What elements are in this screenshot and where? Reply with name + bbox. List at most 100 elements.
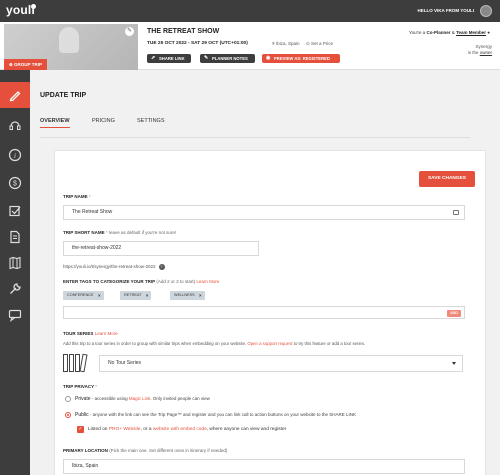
trip-dates: TUE 25 OCT 2022 - SAT 29 OCT (UTC+01:00) bbox=[147, 41, 248, 46]
trip-name-label-text: TRIP NAME bbox=[63, 194, 88, 199]
short-name-hint: leave as default if you're not sure! bbox=[108, 230, 177, 235]
planner-notes-button[interactable]: ✎ PLANNER NOTES bbox=[200, 54, 255, 63]
avatar[interactable] bbox=[480, 5, 492, 17]
sidebar-item-support[interactable] bbox=[0, 112, 30, 138]
book-icon bbox=[79, 353, 88, 373]
listed-text-2: , or a bbox=[140, 427, 152, 432]
map-icon bbox=[9, 256, 21, 270]
role-amp: & bbox=[451, 30, 455, 35]
tour-series-label: TOUR SERIES Learn More bbox=[63, 331, 118, 336]
tag-chip: CONFERENCE × bbox=[63, 291, 104, 300]
trip-header: ✎ ⊕ GROUP TRIP THE RETREAT SHOW TUE 25 O… bbox=[0, 22, 500, 70]
listed-text: Listed on PRO+ Website, or a website wit… bbox=[88, 427, 286, 432]
share-link-button[interactable]: ⇗ SHARE LINK bbox=[147, 54, 191, 63]
edit-cover-icon[interactable]: ✎ bbox=[125, 27, 134, 36]
remove-tag-icon[interactable]: × bbox=[199, 291, 202, 300]
tag-label: CONFERENCE bbox=[67, 293, 94, 297]
help-icon[interactable]: ? bbox=[158, 264, 165, 270]
svg-text:$: $ bbox=[13, 181, 17, 188]
listed-checkbox[interactable]: ✓ bbox=[77, 426, 84, 433]
location-hint: (Pick the main one. Set different ones i… bbox=[109, 448, 228, 453]
location-input[interactable]: Ibiza, Spain bbox=[63, 459, 465, 474]
tags-hint: (Add 2 or 3 to start) bbox=[156, 279, 196, 284]
required-mark: * bbox=[88, 194, 91, 199]
preview-button[interactable]: ◉ PREVIEW AS: REGISTERED bbox=[262, 54, 340, 63]
tab-overview[interactable]: OVERVIEW bbox=[40, 118, 70, 128]
tour-series-learn-more-link[interactable]: Learn More bbox=[95, 331, 118, 336]
public-desc: - anyone with the link can see the Trip … bbox=[89, 412, 357, 417]
tour-series-select[interactable]: No Tour Series bbox=[99, 355, 463, 372]
tag-list: CONFERENCE × RETREAT × WELLNESS × bbox=[63, 291, 465, 302]
wrench-icon bbox=[10, 283, 21, 294]
role-team-member-link[interactable]: Team Member bbox=[456, 30, 486, 35]
sidebar-item-info[interactable]: i bbox=[0, 142, 30, 168]
books-icon bbox=[63, 352, 93, 373]
save-changes-button[interactable]: SAVE CHANGES bbox=[419, 171, 475, 187]
tour-series-help-2: to try this feature or add a tour series… bbox=[293, 341, 366, 346]
privacy-label-text: TRIP PRIVACY bbox=[63, 384, 95, 389]
tag-input[interactable]: ADD bbox=[63, 306, 465, 319]
share-icon: ⇗ bbox=[151, 55, 156, 61]
checkbox-icon bbox=[9, 205, 21, 217]
privacy-public-radio[interactable] bbox=[65, 412, 71, 418]
tag-chip: WELLNESS × bbox=[170, 291, 205, 300]
trip-name-input[interactable]: The Retreat Show bbox=[63, 205, 465, 220]
owner-link[interactable]: owner bbox=[480, 50, 492, 55]
sidebar-item-checklist[interactable] bbox=[0, 198, 30, 224]
tab-pricing[interactable]: PRICING bbox=[92, 118, 115, 124]
sidebar-item-messages[interactable] bbox=[0, 302, 30, 328]
top-bar: youli HELLO VIKA FROM YOULI bbox=[0, 0, 500, 22]
group-trip-label: GROUP TRIP bbox=[14, 62, 42, 67]
trip-price-label: Set a Price bbox=[311, 41, 334, 46]
headset-icon bbox=[9, 121, 21, 130]
private-desc-2: . Only invited people can view bbox=[150, 396, 210, 401]
remove-tag-icon[interactable]: × bbox=[146, 291, 149, 300]
tag-label: WELLNESS bbox=[174, 293, 195, 297]
location-label: PRIMARY LOCATION (Pick the main one. Set… bbox=[63, 448, 227, 453]
pro-website-link[interactable]: PRO+ Website bbox=[109, 427, 141, 432]
sidebar-item-tools[interactable] bbox=[0, 276, 30, 302]
magic-link[interactable]: Magic Link bbox=[129, 396, 151, 401]
trip-location-label: Ibiza, Spain bbox=[275, 41, 300, 46]
add-tag-button[interactable]: ADD bbox=[447, 310, 461, 317]
short-url-text: https://youli.io/t/synergy/the-retreat-s… bbox=[63, 264, 156, 269]
keyboard-icon bbox=[453, 210, 459, 215]
trip-name-value: The Retreat Show bbox=[72, 209, 113, 215]
tab-settings[interactable]: SETTINGS bbox=[137, 118, 165, 124]
trip-price[interactable]: ⊙ Set a Price bbox=[306, 41, 333, 47]
book-icon bbox=[69, 354, 74, 372]
support-request-link[interactable]: Open a support request bbox=[247, 341, 292, 346]
privacy-public-text: Public - anyone with the link can see th… bbox=[75, 412, 356, 418]
dollar-icon: $ bbox=[8, 176, 22, 190]
sidebar-item-itinerary[interactable] bbox=[0, 250, 30, 276]
trip-cover-image: ✎ ⊕ GROUP TRIP bbox=[4, 24, 138, 70]
group-trip-badge: ⊕ GROUP TRIP bbox=[4, 59, 47, 70]
svg-text:i: i bbox=[14, 152, 16, 160]
sidebar-item-documents[interactable] bbox=[0, 224, 30, 250]
location-label-text: PRIMARY LOCATION bbox=[63, 448, 108, 453]
privacy-private-text: Private - accessible using Magic Link. O… bbox=[75, 396, 210, 402]
sidebar: i $ bbox=[0, 70, 30, 475]
user-greeting[interactable]: HELLO VIKA FROM YOULI bbox=[417, 8, 474, 13]
listed-text-1: Listed on bbox=[88, 427, 108, 432]
trip-form-panel: SAVE CHANGES TRIP NAME * The Retreat Sho… bbox=[54, 150, 486, 475]
tour-series-value: No Tour Series bbox=[108, 360, 141, 366]
required-mark: * bbox=[105, 230, 108, 235]
sidebar-item-edit[interactable] bbox=[0, 82, 30, 108]
info-icon: i bbox=[8, 148, 22, 162]
remove-tag-icon[interactable]: × bbox=[98, 291, 101, 300]
sidebar-item-pricing[interactable]: $ bbox=[0, 170, 30, 196]
location-value: Ibiza, Spain bbox=[72, 463, 99, 469]
tag-chip: RETREAT × bbox=[120, 291, 152, 300]
embed-code-link[interactable]: website with embed code bbox=[153, 427, 207, 432]
tag-label: RETREAT bbox=[124, 293, 142, 297]
main-content: UPDATE TRIP OVERVIEW PRICING SETTINGS SA… bbox=[30, 70, 500, 475]
privacy-private-radio[interactable] bbox=[65, 396, 71, 402]
trip-title: THE RETREAT SHOW bbox=[147, 28, 220, 35]
pencil-icon bbox=[9, 91, 21, 102]
short-name-input[interactable]: the-retreat-show-2022 bbox=[63, 241, 259, 256]
role-prefix: You're a bbox=[409, 30, 426, 35]
private-title: Private bbox=[75, 396, 91, 402]
tags-learn-more-link[interactable]: Learn More bbox=[196, 279, 219, 284]
listed-text-3: , where anyone can view and register bbox=[206, 427, 287, 432]
